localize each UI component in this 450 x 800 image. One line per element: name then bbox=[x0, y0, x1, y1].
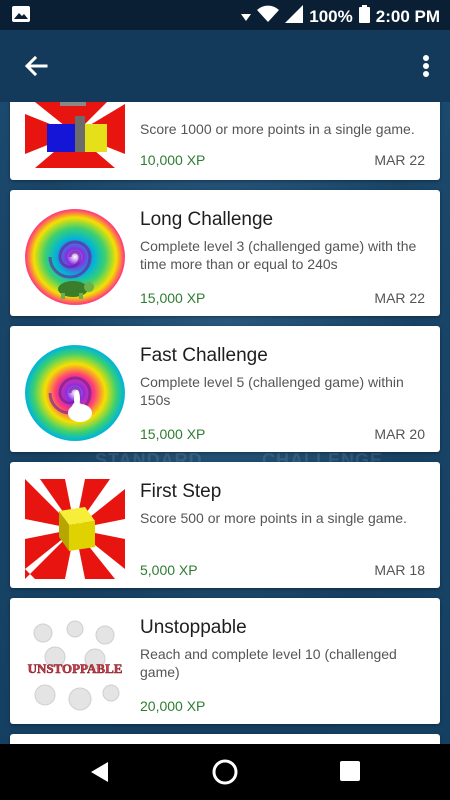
more-vert-icon[interactable] bbox=[416, 50, 436, 82]
battery-icon bbox=[358, 5, 370, 28]
achievement-date: MAR 22 bbox=[374, 290, 425, 306]
achievement-description: Reach and complete level 10 (challenged … bbox=[140, 646, 397, 680]
achievement-card[interactable]: UNSTOPPABLE Unstoppable Reach and comple… bbox=[10, 598, 440, 724]
achievement-image-cubes bbox=[25, 102, 125, 168]
nav-recents-icon[interactable] bbox=[340, 761, 360, 786]
achievement-image-cube-rays bbox=[25, 479, 125, 579]
achievement-xp: 20,000 XP bbox=[140, 698, 206, 714]
achievement-date: MAR 18 bbox=[374, 562, 425, 578]
achievement-description: Score 500 or more points in a single gam… bbox=[140, 510, 407, 526]
clock: 2:00 PM bbox=[375, 6, 440, 26]
achievement-date: MAR 22 bbox=[374, 152, 425, 168]
status-bar: x 100% 2:00 PM bbox=[0, 0, 450, 30]
achievement-xp: 15,000 XP bbox=[140, 426, 206, 442]
achievement-xp: 10,000 XP bbox=[140, 152, 206, 168]
navigation-bar bbox=[0, 744, 450, 800]
wifi-icon bbox=[257, 5, 280, 28]
achievement-title: Unstoppable bbox=[140, 617, 247, 638]
achievement-xp: 15,000 XP bbox=[140, 290, 206, 306]
unstoppable-badge-text: UNSTOPPABLE bbox=[28, 661, 123, 676]
achievement-description: Score 1000 or more points in a single ga… bbox=[140, 121, 415, 137]
achievement-image-swirl-turtle bbox=[25, 207, 125, 307]
battery-text: 100% bbox=[309, 6, 353, 26]
image-notification-icon bbox=[12, 6, 30, 27]
achievement-title: First Step bbox=[140, 481, 222, 502]
nav-home-icon[interactable] bbox=[211, 758, 239, 791]
achievement-card[interactable]: Fast Challenge Complete level 5 (challen… bbox=[10, 326, 440, 452]
achievement-description: Complete level 3 (challenged game) with … bbox=[140, 238, 417, 272]
achievement-card[interactable]: First Step Score 500 or more points in a… bbox=[10, 462, 440, 588]
app-bar bbox=[0, 30, 450, 102]
achievement-card[interactable]: Long Challenge Complete level 3 (challen… bbox=[10, 190, 440, 316]
nav-back-icon[interactable] bbox=[88, 760, 112, 789]
svg-text:x: x bbox=[287, 7, 292, 17]
achievement-description: Complete level 5 (challenged game) withi… bbox=[140, 374, 404, 408]
achievement-image-unstoppable: UNSTOPPABLE bbox=[25, 615, 125, 715]
back-arrow-icon[interactable] bbox=[20, 50, 52, 82]
achievements-list[interactable]: STANDARD CHALLENGE Score 1000 or more po… bbox=[0, 102, 450, 754]
achievement-date: MAR 20 bbox=[374, 426, 425, 442]
achievement-title: Long Challenge bbox=[140, 209, 274, 230]
cell-signal-icon: x bbox=[285, 5, 304, 28]
achievement-card[interactable]: Score 1000 or more points in a single ga… bbox=[10, 102, 440, 180]
signal-small-icon bbox=[241, 7, 252, 27]
achievement-image-swirl-rabbit bbox=[25, 343, 125, 443]
achievement-title: Fast Challenge bbox=[140, 345, 268, 366]
achievement-xp: 5,000 XP bbox=[140, 562, 198, 578]
